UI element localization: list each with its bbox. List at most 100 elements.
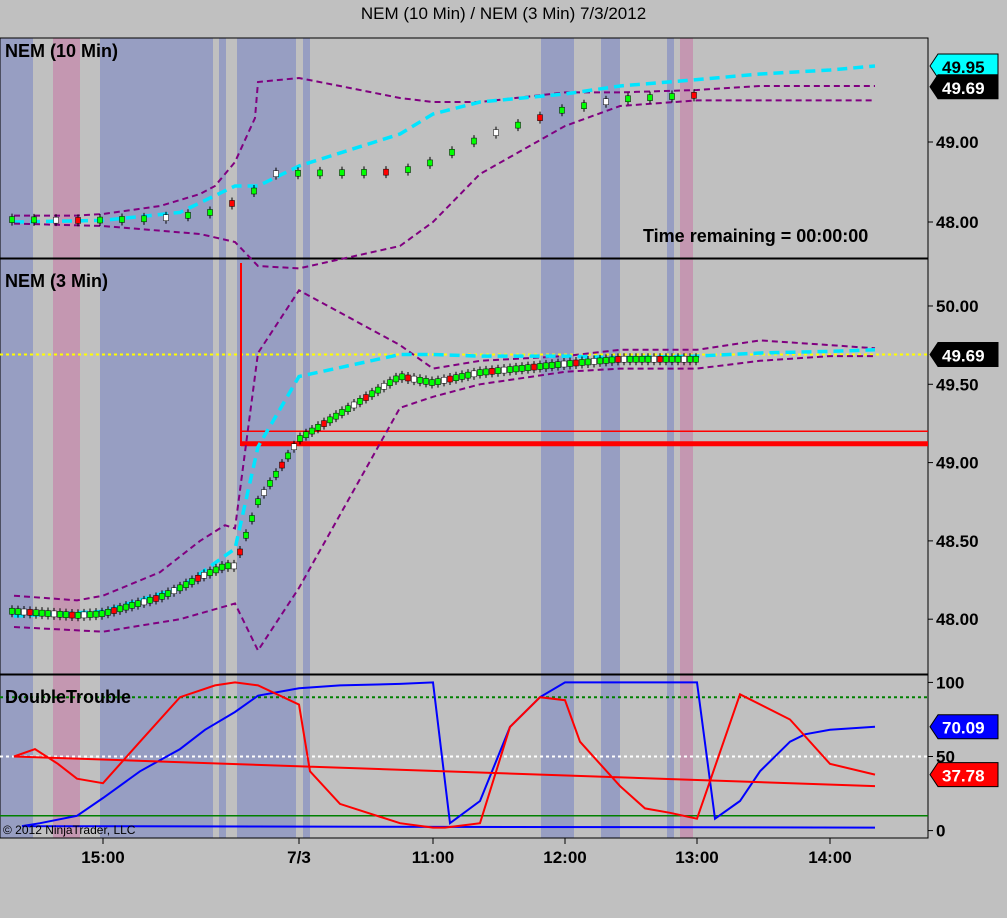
- candle-body-0-22: [493, 129, 499, 136]
- candle-body-1-105: [639, 355, 645, 363]
- candle-body-0-31: [691, 92, 697, 99]
- candle-body-0-12: [273, 170, 279, 177]
- candle-body-1-25: [159, 593, 165, 600]
- candle-body-1-78: [477, 369, 483, 376]
- candle-body-1-12: [81, 611, 87, 619]
- candle-body-1-82: [501, 366, 507, 374]
- candle-body-1-39: [243, 531, 249, 539]
- candle-body-1-40: [249, 515, 255, 522]
- candle-body-1-70: [429, 379, 435, 386]
- candle-body-1-65: [399, 373, 405, 381]
- candle-body-0-25: [559, 106, 565, 114]
- candle-body-1-96: [585, 358, 591, 366]
- candle-body-1-26: [165, 590, 171, 597]
- x-tick-label-3: 12:00: [543, 848, 586, 867]
- candle-body-1-15: [99, 610, 105, 618]
- candle-body-1-59: [363, 394, 369, 401]
- candle-body-1-36: [225, 562, 231, 570]
- candle-body-1-8: [57, 611, 63, 618]
- candle-body-1-71: [435, 378, 441, 385]
- candle-body-1-22: [141, 598, 147, 606]
- candle-body-0-10: [229, 200, 235, 207]
- candle-body-1-81: [495, 367, 501, 374]
- candle-body-1-7: [51, 610, 57, 618]
- candle-body-1-91: [555, 361, 561, 368]
- candle-body-1-84: [513, 365, 519, 373]
- candle-body-0-23: [515, 121, 521, 129]
- candle-body-1-98: [597, 357, 603, 365]
- price-marker-label-2-1: 37.78: [942, 767, 985, 786]
- candle-body-1-90: [549, 361, 555, 369]
- price-marker-label-0-0: 49.95: [942, 58, 985, 77]
- candle-body-0-15: [339, 169, 345, 176]
- y-tick-label-0-0: 49.00: [936, 133, 979, 152]
- top-panel-label: NEM (10 Min): [5, 41, 119, 61]
- candle-body-1-73: [447, 375, 453, 383]
- time-remaining-text: Time remaining = 00:00:00: [643, 226, 869, 246]
- candle-body-1-44: [273, 470, 279, 478]
- candle-body-1-76: [465, 371, 471, 379]
- chart-canvas[interactable]: 49.0048.0050.0049.5049.0048.5048.0010050…: [0, 0, 1007, 918]
- candle-body-1-113: [687, 355, 693, 363]
- candle-body-1-111: [675, 355, 681, 363]
- candle-body-1-14: [93, 610, 99, 618]
- candle-body-1-103: [627, 355, 633, 363]
- candle-body-1-4: [33, 609, 39, 617]
- candle-body-1-0: [9, 607, 15, 615]
- candle-body-1-19: [123, 603, 129, 611]
- candle-body-1-68: [417, 376, 423, 384]
- candle-body-1-112: [681, 355, 687, 363]
- candle-body-1-31: [195, 575, 201, 582]
- x-tick-label-0: 15:00: [81, 848, 124, 867]
- candle-body-1-30: [189, 578, 195, 585]
- session-zone-2: [100, 38, 213, 838]
- candle-body-1-63: [387, 379, 393, 386]
- candle-body-0-20: [449, 149, 455, 156]
- candle-body-1-29: [183, 581, 189, 588]
- candle-body-1-49: [303, 431, 309, 439]
- candle-body-1-42: [261, 489, 267, 496]
- session-zone-7: [601, 38, 620, 838]
- candle-body-1-60: [369, 390, 375, 398]
- candle-body-0-16: [361, 169, 367, 176]
- candle-body-1-47: [291, 443, 297, 450]
- candle-body-0-3: [75, 217, 81, 224]
- candle-body-1-97: [591, 358, 597, 365]
- candle-body-1-51: [315, 424, 321, 431]
- candle-body-0-7: [163, 214, 169, 221]
- candle-body-1-104: [633, 355, 639, 363]
- candle-body-1-45: [279, 461, 285, 469]
- candle-body-1-43: [267, 480, 273, 487]
- candle-body-0-29: [647, 94, 653, 101]
- candle-body-0-11: [251, 187, 257, 195]
- session-zone-8: [667, 38, 674, 838]
- candle-body-1-52: [321, 420, 327, 427]
- candle-body-1-66: [405, 374, 411, 382]
- candle-body-1-13: [87, 611, 93, 618]
- candle-body-1-50: [309, 427, 315, 435]
- candle-body-1-93: [567, 360, 573, 367]
- candle-body-1-101: [615, 356, 621, 363]
- candle-body-1-100: [609, 356, 615, 364]
- candle-body-1-2: [21, 608, 27, 616]
- y-tick-label-1-3: 48.50: [936, 532, 979, 551]
- candle-body-0-13: [295, 169, 301, 177]
- y-tick-label-0-1: 48.00: [936, 213, 979, 232]
- candle-body-1-102: [621, 355, 627, 363]
- candle-body-0-14: [317, 169, 323, 177]
- candle-body-1-5: [39, 609, 45, 617]
- candle-body-1-54: [333, 412, 339, 420]
- candle-body-1-24: [153, 595, 159, 602]
- candle-body-1-27: [171, 587, 177, 594]
- candle-body-1-74: [453, 374, 459, 381]
- candle-body-0-21: [471, 137, 477, 145]
- candle-body-1-61: [375, 386, 381, 394]
- session-zone-1: [53, 38, 80, 838]
- candle-body-1-92: [561, 360, 567, 368]
- candle-body-0-0: [9, 216, 15, 223]
- candle-body-1-53: [327, 416, 333, 424]
- candle-body-1-109: [663, 355, 669, 363]
- candle-body-1-32: [201, 572, 207, 579]
- candle-body-0-28: [625, 95, 631, 103]
- candle-body-1-3: [27, 609, 33, 616]
